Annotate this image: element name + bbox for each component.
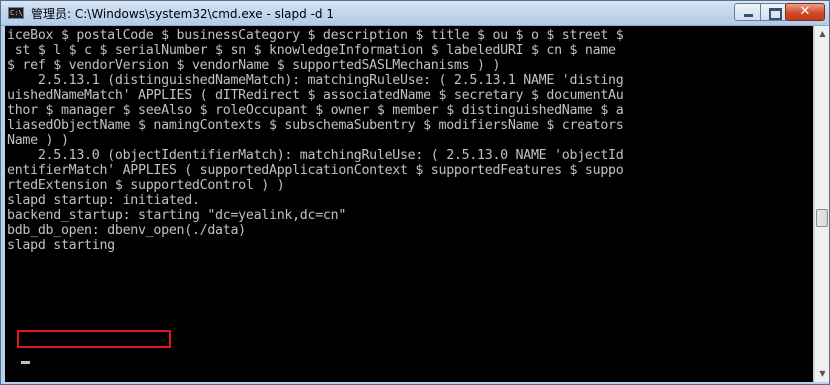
console-line-slapd-starting: slapd starting [7,238,115,253]
console-line: rtedExtension $ supportedControl ) ) [7,178,285,193]
minimize-button[interactable] [734,3,761,21]
maximize-icon [761,4,785,20]
console-line: 2.5.13.1 (distinguishedNameMatch): match… [7,73,624,88]
maximize-button[interactable] [760,3,786,21]
scroll-thumb[interactable] [816,209,828,227]
console-output[interactable]: iceBox $ postalCode $ businessCategory $… [5,26,813,382]
console-line: uishedNameMatch' APPLIES ( dITRedirect $… [7,88,624,103]
text-cursor [21,361,30,364]
console-line: backend_startup: starting "dc=yealink,dc… [7,208,347,223]
console-line: st $ l $ c $ serialNumber $ sn $ knowled… [7,43,616,58]
scroll-up-icon[interactable]: ▲ [815,26,830,42]
console-line: $ ref $ vendorVersion $ vendorName $ sup… [7,58,501,73]
console-line: liasedObjectName $ namingContexts $ subs… [7,118,624,133]
console-line: entifierMatch' APPLIES ( supportedApplic… [7,163,624,178]
console-line: thor $ manager $ seeAlso $ roleOccupant … [7,103,624,118]
cmd-window: C:\ 管理员: C:\Windows\system32\cmd.exe - s… [0,0,830,385]
console-line: Name ) ) [7,133,69,148]
vertical-scrollbar[interactable]: ▲ ▼ [814,26,829,382]
close-button[interactable]: ✕ [785,3,825,21]
window-title: 管理员: C:\Windows\system32\cmd.exe - slapd… [31,7,334,21]
highlight-box [17,330,171,348]
console-line: 2.5.13.0 (objectIdentifierMatch): matchi… [7,148,624,163]
console-line: bdb_db_open: dbenv_open(./data) [7,223,246,238]
close-icon: ✕ [799,4,811,19]
console-line: slapd startup: initiated. [7,193,200,208]
console-text: iceBox $ postalCode $ businessCategory $… [5,26,813,268]
cmd-app-icon[interactable]: C:\ [8,7,24,19]
title-bar[interactable]: C:\ 管理员: C:\Windows\system32\cmd.exe - s… [1,1,829,26]
console-line: iceBox $ postalCode $ businessCategory $… [7,28,624,43]
minimize-icon [735,4,760,20]
scroll-down-icon[interactable]: ▼ [815,366,830,382]
